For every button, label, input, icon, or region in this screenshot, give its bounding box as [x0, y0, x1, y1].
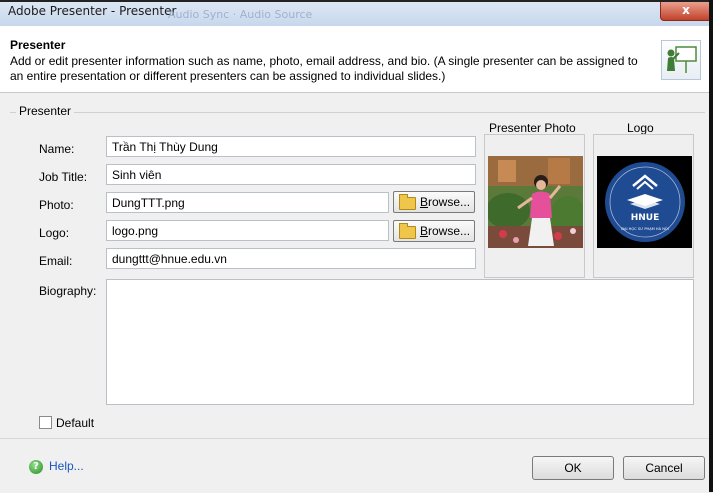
folder-icon [399, 223, 416, 239]
presenter-group-border [10, 112, 705, 114]
presenter-at-board-icon [661, 40, 701, 80]
dialog-footer: ? Help... OK Cancel [0, 438, 713, 493]
presenter-photo-header: Presenter Photo [489, 121, 576, 135]
biography-label: Biography: [39, 284, 97, 298]
browse-mnemonic: B [420, 224, 429, 238]
close-button[interactable]: x [660, 2, 712, 21]
presenter-photo [488, 156, 583, 248]
browse-label: rowse... [428, 224, 471, 238]
logo-text: HNUE [631, 213, 660, 223]
job-title-field[interactable]: Sinh viên [106, 164, 476, 185]
logo-label: Logo: [39, 226, 70, 240]
dialog-body: Presenter Name: Trần Thị Thùy Dung Job T… [0, 93, 713, 438]
default-label: Default [56, 416, 95, 430]
help-link[interactable]: Help... [49, 459, 84, 473]
dialog-header: Presenter Add or edit presenter informat… [0, 26, 713, 93]
logo-ring-text: ĐẠI HỌC SƯ PHẠM HÀ NỘI [621, 226, 669, 231]
window-edge [709, 0, 713, 492]
name-label: Name: [39, 142, 75, 156]
browse-mnemonic: B [420, 195, 429, 209]
biography-field[interactable] [106, 279, 694, 405]
title-bar: Adobe Presenter - Presenter Audio Sync ·… [0, 0, 713, 26]
logo-preview[interactable]: HNUE ĐẠI HỌC SƯ PHẠM HÀ NỘI [593, 134, 694, 278]
window-title: Adobe Presenter - Presenter [8, 4, 177, 18]
folder-icon [399, 194, 416, 210]
browse-label: rowse... [428, 195, 471, 209]
presenter-group-label: Presenter [16, 104, 75, 118]
email-label: Email: [39, 254, 73, 268]
ok-button[interactable]: OK [532, 456, 614, 480]
hnue-logo: HNUE ĐẠI HỌC SƯ PHẠM HÀ NỘI [597, 156, 692, 248]
logo-header: Logo [627, 121, 654, 135]
close-icon: x [682, 3, 690, 17]
default-checkbox[interactable] [39, 416, 52, 429]
cancel-button[interactable]: Cancel [623, 456, 705, 480]
dialog-title: Presenter [10, 38, 66, 52]
background-window-text: Audio Sync · Audio Source [168, 8, 313, 21]
name-field[interactable]: Trần Thị Thùy Dung [106, 136, 476, 157]
photo-path-field[interactable]: DungTTT.png [106, 192, 389, 213]
help-icon[interactable]: ? [29, 460, 43, 474]
logo-browse-button[interactable]: Browse... [393, 220, 475, 242]
logo-path-field[interactable]: logo.png [106, 220, 389, 241]
presenter-photo-preview[interactable] [484, 134, 585, 278]
photo-browse-button[interactable]: Browse... [393, 191, 475, 213]
photo-label: Photo: [39, 198, 74, 212]
email-field[interactable]: dungttt@hnue.edu.vn [106, 248, 476, 269]
job-title-label: Job Title: [39, 170, 88, 184]
dialog-description: Add or edit presenter information such a… [10, 54, 638, 83]
